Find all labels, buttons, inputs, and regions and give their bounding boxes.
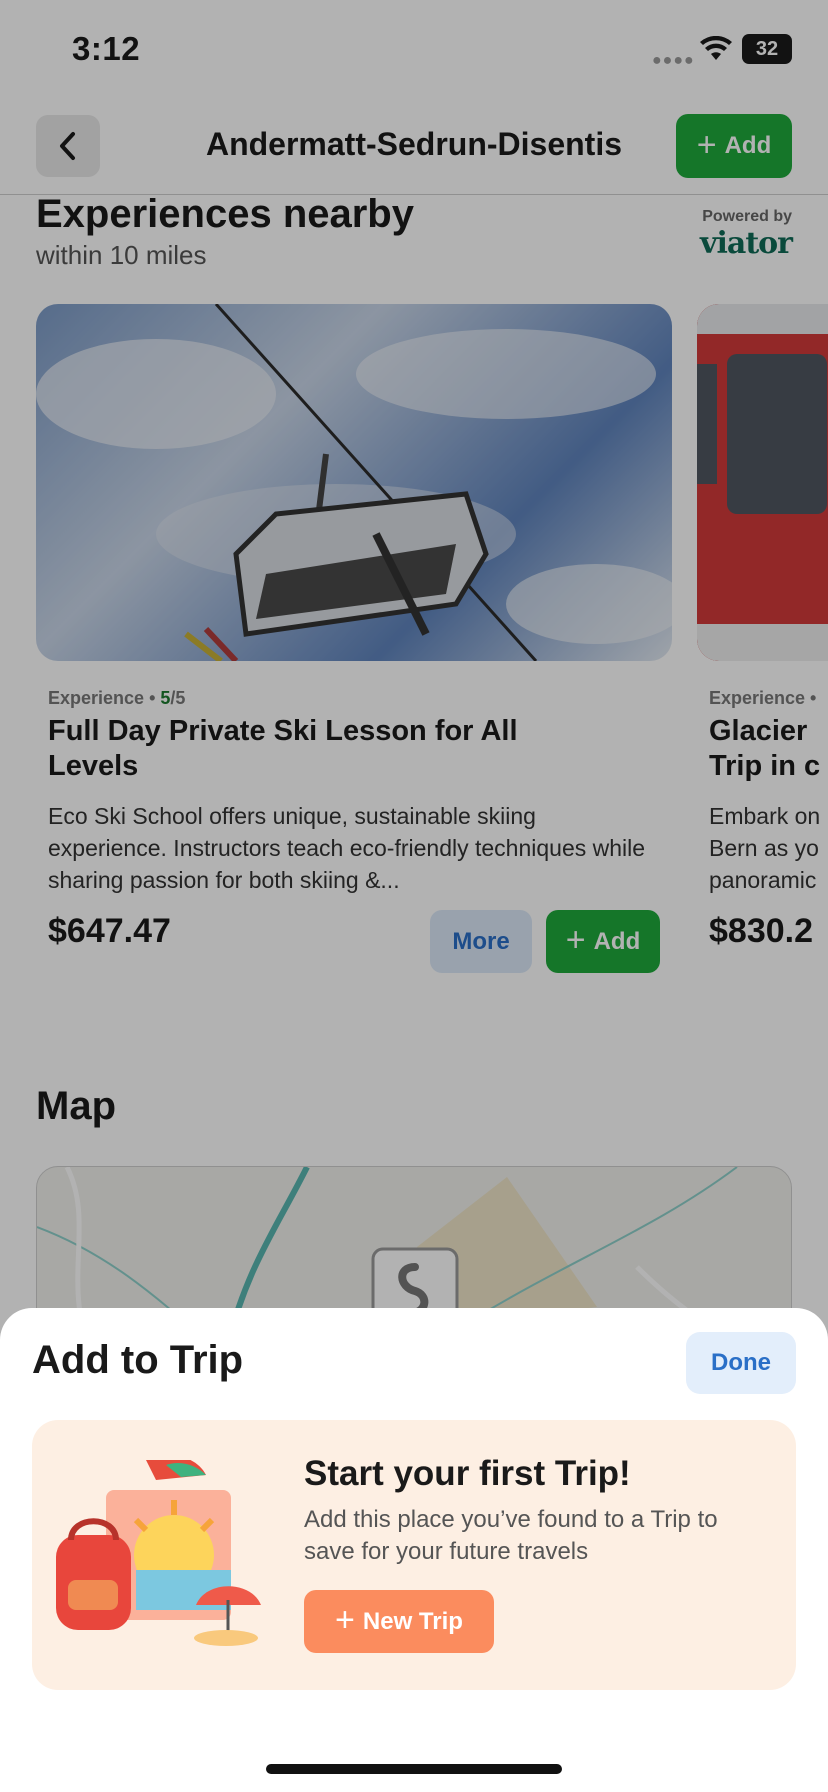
- travel-illustration: [56, 1460, 261, 1646]
- promo-text: Add this place you’ve found to a Trip to…: [304, 1506, 718, 1565]
- sheet-title: Add to Trip: [32, 1338, 244, 1382]
- done-button[interactable]: Done: [686, 1332, 796, 1394]
- new-trip-label: New Trip: [362, 1607, 463, 1635]
- add-to-trip-sheet: Add to Trip Done Start your first Trip! …: [0, 1308, 828, 1792]
- plus-icon: +: [335, 1601, 355, 1639]
- first-trip-card: Start your first Trip! Add this place yo…: [32, 1420, 796, 1690]
- app-screen: 3:12 ●●●● 32 Andermatt-Sedrun-Disentis +…: [0, 0, 828, 1792]
- home-indicator[interactable]: [266, 1764, 562, 1774]
- new-trip-button[interactable]: + New Trip: [304, 1590, 494, 1653]
- promo-title: Start your first Trip!: [304, 1454, 631, 1493]
